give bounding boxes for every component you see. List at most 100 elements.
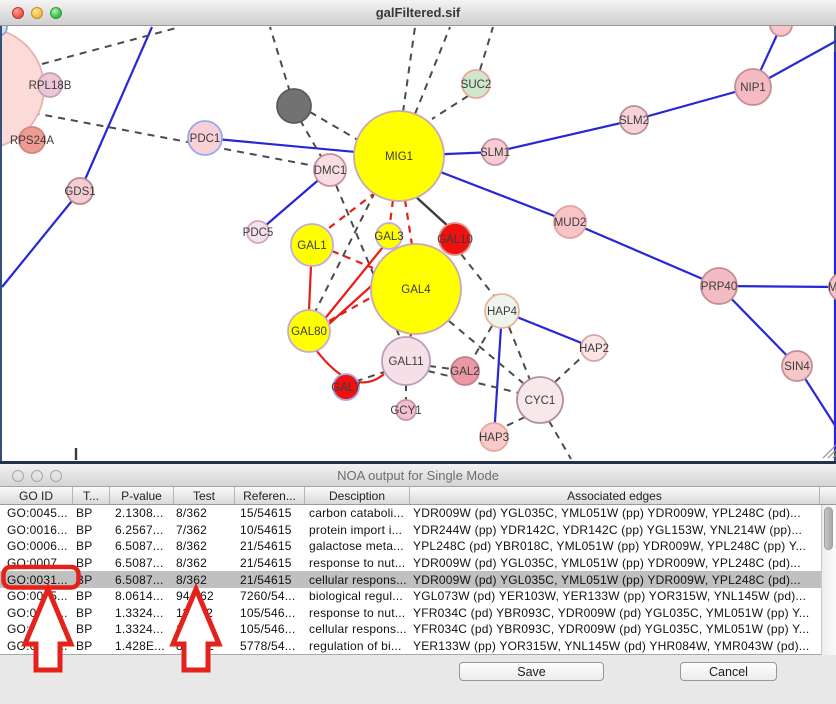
cell-edges: YDR009W (pd) YGL035C, YML051W (pp) YDR00…	[410, 506, 820, 520]
cell-reference: 105/546...	[235, 622, 305, 636]
cell-go_id: GO:0007...	[0, 556, 73, 570]
graph-edge-dash[interactable]	[509, 327, 530, 380]
node-label-MUD2: MUD2	[554, 217, 587, 229]
graph-edge-blue[interactable]	[495, 120, 634, 152]
graph-edge-blue[interactable]	[2, 191, 80, 287]
column-header-p_value[interactable]: P-value	[110, 487, 174, 504]
graph-edge-blue[interactable]	[80, 27, 152, 191]
cell-type: BP	[73, 556, 110, 570]
cell-description: galactose meta...	[305, 539, 410, 553]
node-label-GAL10: GAL10	[437, 234, 473, 246]
scrollbar-thumb[interactable]	[824, 507, 833, 550]
zoom-button[interactable]	[50, 7, 62, 19]
node-label-SUC2: SUC2	[461, 79, 492, 91]
cell-p_value: 6.5087...	[110, 573, 174, 587]
table-row[interactable]: GO:0031...BP6.5087...8/36221/54615cellul…	[0, 571, 836, 588]
node-label-HAP2: HAP2	[579, 343, 609, 355]
table-row[interactable]: GO:0031...BP1.3324...11/362105/546...res…	[0, 605, 836, 622]
cell-edges: YER133W (pp) YOR315W, YNL145W (pd) YHR08…	[410, 639, 820, 653]
cell-test: 80/362	[174, 639, 235, 653]
noa-window-title: NOA output for Single Mode	[337, 468, 499, 483]
node-label-CYC1: CYC1	[525, 395, 556, 407]
graph-edge-dash[interactable]	[403, 27, 415, 112]
column-header-edges[interactable]: Associated edges	[410, 487, 820, 504]
column-header-type[interactable]: T...	[73, 487, 110, 504]
minimize-button[interactable]	[31, 7, 43, 19]
node-label-SLM2: SLM2	[619, 115, 649, 127]
close-button-inactive[interactable]	[12, 470, 24, 482]
graph-edge-red[interactable]	[309, 266, 311, 310]
cell-reference: 21/54615	[235, 539, 305, 553]
cell-go_id: GO:0031...	[0, 622, 73, 636]
node-unlabeled[interactable]	[770, 26, 792, 36]
table-row[interactable]: GO:0016...BP6.2567...7/36210/54615protei…	[0, 522, 836, 539]
cell-p_value: 6.2567...	[110, 523, 174, 537]
node-label-SIN4: SIN4	[784, 361, 810, 373]
node-label-GDS1: GDS1	[64, 186, 95, 198]
table-row[interactable]: GO:0065...BP8.0614...94/3627260/54...bio…	[0, 588, 836, 605]
button-panel: Save Cancel	[0, 655, 836, 704]
table-row[interactable]: GO:0031...BP1.3324...11/362105/546...cel…	[0, 621, 836, 638]
column-header-description[interactable]: Desciption	[305, 487, 410, 504]
cell-description: cellular respons...	[305, 573, 410, 587]
cell-test: 8/362	[174, 573, 235, 587]
cell-go_id: GO:0045...	[0, 506, 73, 520]
graph-edge-dash[interactable]	[42, 27, 180, 64]
node-label-HAP3: HAP3	[479, 432, 509, 444]
graph-edge-reddash[interactable]	[390, 200, 393, 223]
graph-edge-blue[interactable]	[570, 222, 719, 286]
cell-reference: 105/546...	[235, 606, 305, 620]
cell-p_value: 6.5087...	[110, 556, 174, 570]
table-row[interactable]: GO:0045...BP2.1308...8/36215/54615carbon…	[0, 505, 836, 522]
graph-edge-dash[interactable]	[310, 112, 358, 140]
graph-edge-dash[interactable]	[461, 254, 495, 297]
node-unlabeled[interactable]	[277, 89, 311, 123]
cell-description: biological regul...	[305, 589, 410, 603]
node-label-NIP1: NIP1	[740, 82, 766, 94]
graph-edge-dash[interactable]	[432, 96, 468, 119]
cancel-button[interactable]: Cancel	[680, 662, 777, 681]
graph-edge-reddash[interactable]	[325, 192, 376, 231]
network-graph[interactable]: RPL18BRPS24AGDS1PDC1DMC1MIG1SUC2SLM1SLM2…	[2, 26, 836, 461]
graph-edge-dash[interactable]	[549, 421, 571, 459]
column-header-reference[interactable]: Referen...	[235, 487, 305, 504]
node-label-SLM1: SLM1	[480, 147, 510, 159]
graph-edge-dash[interactable]	[300, 120, 322, 158]
graph-edge-dash[interactable]	[429, 366, 452, 369]
graph-edge-blue[interactable]	[494, 311, 502, 437]
table-scrollbar[interactable]	[821, 505, 836, 655]
cell-type: BP	[73, 606, 110, 620]
cell-edges: YFR034C (pd) YBR093C, YDR009W (pd) YGL03…	[410, 606, 820, 620]
close-button[interactable]	[12, 7, 24, 19]
graph-edge-dash[interactable]	[502, 417, 525, 428]
node-label-GAL7: GAL7	[331, 382, 360, 394]
column-header-test[interactable]: Test	[174, 487, 235, 504]
cell-description: cellular respons...	[305, 622, 410, 636]
save-button[interactable]: Save	[459, 662, 604, 681]
zoom-button-inactive[interactable]	[50, 470, 62, 482]
column-header-go_id[interactable]: GO ID	[0, 487, 73, 504]
noa-window-titlebar[interactable]: NOA output for Single Mode	[0, 464, 836, 487]
graph-edge-reddash[interactable]	[405, 200, 412, 245]
cell-go_id: GO:0031...	[0, 606, 73, 620]
results-table[interactable]: GO:0045...BP2.1308...8/36215/54615carbon…	[0, 505, 836, 655]
cell-p_value: 1.3324...	[110, 622, 174, 636]
minimize-button-inactive[interactable]	[31, 470, 43, 482]
table-row[interactable]: GO:0050...BP1.428E...80/3625778/54...reg…	[0, 638, 836, 655]
graph-edge-dash[interactable]	[555, 356, 583, 382]
table-row[interactable]: GO:0007...BP6.5087...8/36221/54615respon…	[0, 555, 836, 572]
cell-type: BP	[73, 573, 110, 587]
cell-p_value: 6.5087...	[110, 539, 174, 553]
graph-edge-dash[interactable]	[270, 27, 290, 92]
cell-reference: 21/54615	[235, 573, 305, 587]
graph-edge-dash[interactable]	[415, 27, 450, 114]
cell-test: 8/362	[174, 506, 235, 520]
table-row[interactable]: GO:0006...BP6.5087...8/36221/54615galact…	[0, 538, 836, 555]
graph-edge-dash[interactable]	[480, 27, 493, 70]
noa-output-window: NOA output for Single Mode GO IDT...P-va…	[0, 464, 836, 704]
network-window-titlebar[interactable]: galFiltered.sif	[0, 0, 836, 26]
results-table-header[interactable]: GO IDT...P-valueTestReferen...Desciption…	[0, 487, 836, 505]
cell-description: regulation of bi...	[305, 639, 410, 653]
graph-edge-dark[interactable]	[415, 196, 449, 227]
network-canvas[interactable]: RPL18BRPS24AGDS1PDC1DMC1MIG1SUC2SLM1SLM2…	[0, 26, 836, 461]
